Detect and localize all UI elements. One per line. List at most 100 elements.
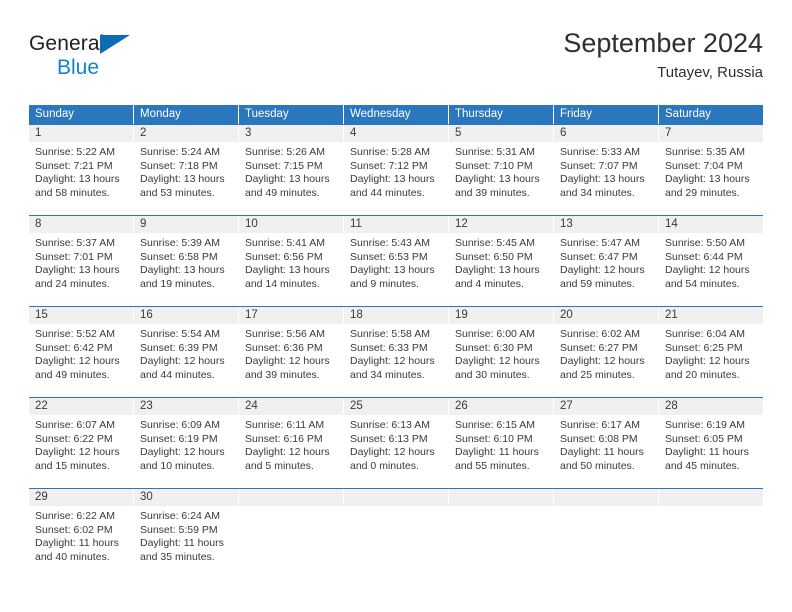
sunset-text: Sunset: 6:56 PM bbox=[245, 250, 323, 263]
day-details: Sunrise: 6:19 AM Sunset: 6:05 PM Dayligh… bbox=[659, 415, 763, 473]
day-details: Sunrise: 6:07 AM Sunset: 6:22 PM Dayligh… bbox=[29, 415, 133, 473]
day-cell-empty bbox=[449, 489, 554, 579]
daylight-text-line1: Daylight: 11 hours bbox=[35, 537, 119, 550]
day-cell[interactable]: 22 Sunrise: 6:07 AM Sunset: 6:22 PM Dayl… bbox=[29, 398, 134, 488]
day-cell[interactable]: 28 Sunrise: 6:19 AM Sunset: 6:05 PM Dayl… bbox=[659, 398, 763, 488]
day-cell[interactable]: 4 Sunrise: 5:28 AM Sunset: 7:12 PM Dayli… bbox=[344, 125, 449, 215]
weekday-header-row: Sunday Monday Tuesday Wednesday Thursday… bbox=[29, 105, 763, 124]
day-cell[interactable]: 19 Sunrise: 6:00 AM Sunset: 6:30 PM Dayl… bbox=[449, 307, 554, 397]
daylight-text-line2: and 5 minutes. bbox=[245, 459, 314, 472]
day-number: 22 bbox=[29, 398, 133, 415]
day-cell[interactable]: 11 Sunrise: 5:43 AM Sunset: 6:53 PM Dayl… bbox=[344, 216, 449, 306]
day-details: Sunrise: 6:02 AM Sunset: 6:27 PM Dayligh… bbox=[554, 324, 658, 382]
day-cell[interactable]: 23 Sunrise: 6:09 AM Sunset: 6:19 PM Dayl… bbox=[134, 398, 239, 488]
day-number: 30 bbox=[134, 489, 238, 506]
day-cell-empty bbox=[344, 489, 449, 579]
day-cell[interactable]: 16 Sunrise: 5:54 AM Sunset: 6:39 PM Dayl… bbox=[134, 307, 239, 397]
day-cell[interactable]: 18 Sunrise: 5:58 AM Sunset: 6:33 PM Dayl… bbox=[344, 307, 449, 397]
sunset-text: Sunset: 7:10 PM bbox=[455, 159, 533, 172]
general-blue-logo[interactable]: General Blue bbox=[29, 32, 249, 88]
sunset-text: Sunset: 6:47 PM bbox=[560, 250, 638, 263]
day-number: 28 bbox=[659, 398, 763, 415]
day-number: 9 bbox=[134, 216, 238, 233]
day-cell[interactable]: 1 Sunrise: 5:22 AM Sunset: 7:21 PM Dayli… bbox=[29, 125, 134, 215]
day-cell[interactable]: 6 Sunrise: 5:33 AM Sunset: 7:07 PM Dayli… bbox=[554, 125, 659, 215]
sunrise-text: Sunrise: 5:56 AM bbox=[245, 328, 325, 340]
daylight-text-line2: and 45 minutes. bbox=[665, 459, 740, 472]
day-cell[interactable]: 8 Sunrise: 5:37 AM Sunset: 7:01 PM Dayli… bbox=[29, 216, 134, 306]
sunrise-text: Sunrise: 5:28 AM bbox=[350, 146, 430, 158]
day-number: 23 bbox=[134, 398, 238, 415]
day-cell-empty bbox=[659, 489, 763, 579]
sunrise-text: Sunrise: 6:17 AM bbox=[560, 419, 640, 431]
sunset-text: Sunset: 6:16 PM bbox=[245, 432, 323, 445]
day-details: Sunrise: 6:00 AM Sunset: 6:30 PM Dayligh… bbox=[449, 324, 553, 382]
day-cell-empty bbox=[239, 489, 344, 579]
daylight-text-line1: Daylight: 12 hours bbox=[245, 355, 330, 368]
day-number: 13 bbox=[554, 216, 658, 233]
day-cell[interactable]: 20 Sunrise: 6:02 AM Sunset: 6:27 PM Dayl… bbox=[554, 307, 659, 397]
day-details: Sunrise: 6:04 AM Sunset: 6:25 PM Dayligh… bbox=[659, 324, 763, 382]
day-details: Sunrise: 5:28 AM Sunset: 7:12 PM Dayligh… bbox=[344, 142, 448, 200]
day-cell[interactable]: 9 Sunrise: 5:39 AM Sunset: 6:58 PM Dayli… bbox=[134, 216, 239, 306]
daylight-text-line2: and 0 minutes. bbox=[350, 459, 419, 472]
sunset-text: Sunset: 6:13 PM bbox=[350, 432, 428, 445]
day-cell[interactable]: 25 Sunrise: 6:13 AM Sunset: 6:13 PM Dayl… bbox=[344, 398, 449, 488]
sunrise-text: Sunrise: 6:09 AM bbox=[140, 419, 220, 431]
sunrise-text: Sunrise: 6:02 AM bbox=[560, 328, 640, 340]
day-cell[interactable]: 24 Sunrise: 6:11 AM Sunset: 6:16 PM Dayl… bbox=[239, 398, 344, 488]
day-cell[interactable]: 3 Sunrise: 5:26 AM Sunset: 7:15 PM Dayli… bbox=[239, 125, 344, 215]
logo-text-general: General bbox=[29, 32, 105, 55]
day-number bbox=[239, 489, 343, 506]
day-details: Sunrise: 5:50 AM Sunset: 6:44 PM Dayligh… bbox=[659, 233, 763, 291]
daylight-text-line2: and 44 minutes. bbox=[140, 368, 215, 381]
day-cell[interactable]: 12 Sunrise: 5:45 AM Sunset: 6:50 PM Dayl… bbox=[449, 216, 554, 306]
day-cell[interactable]: 29 Sunrise: 6:22 AM Sunset: 6:02 PM Dayl… bbox=[29, 489, 134, 579]
day-cell[interactable]: 17 Sunrise: 5:56 AM Sunset: 6:36 PM Dayl… bbox=[239, 307, 344, 397]
day-number: 19 bbox=[449, 307, 553, 324]
sunset-text: Sunset: 6:58 PM bbox=[140, 250, 218, 263]
daylight-text-line2: and 49 minutes. bbox=[245, 186, 320, 199]
day-cell[interactable]: 15 Sunrise: 5:52 AM Sunset: 6:42 PM Dayl… bbox=[29, 307, 134, 397]
day-number: 27 bbox=[554, 398, 658, 415]
day-cell[interactable]: 7 Sunrise: 5:35 AM Sunset: 7:04 PM Dayli… bbox=[659, 125, 763, 215]
day-cell[interactable]: 21 Sunrise: 6:04 AM Sunset: 6:25 PM Dayl… bbox=[659, 307, 763, 397]
day-details: Sunrise: 5:35 AM Sunset: 7:04 PM Dayligh… bbox=[659, 142, 763, 200]
day-cell-empty bbox=[554, 489, 659, 579]
day-number: 11 bbox=[344, 216, 448, 233]
daylight-text-line1: Daylight: 13 hours bbox=[35, 173, 120, 186]
day-cell[interactable]: 14 Sunrise: 5:50 AM Sunset: 6:44 PM Dayl… bbox=[659, 216, 763, 306]
day-cell[interactable]: 26 Sunrise: 6:15 AM Sunset: 6:10 PM Dayl… bbox=[449, 398, 554, 488]
sunrise-text: Sunrise: 6:15 AM bbox=[455, 419, 535, 431]
day-details: Sunrise: 6:09 AM Sunset: 6:19 PM Dayligh… bbox=[134, 415, 238, 473]
day-cell[interactable]: 2 Sunrise: 5:24 AM Sunset: 7:18 PM Dayli… bbox=[134, 125, 239, 215]
daylight-text-line2: and 39 minutes. bbox=[455, 186, 530, 199]
day-cell[interactable]: 30 Sunrise: 6:24 AM Sunset: 5:59 PM Dayl… bbox=[134, 489, 239, 579]
day-cell[interactable]: 5 Sunrise: 5:31 AM Sunset: 7:10 PM Dayli… bbox=[449, 125, 554, 215]
day-cell[interactable]: 10 Sunrise: 5:41 AM Sunset: 6:56 PM Dayl… bbox=[239, 216, 344, 306]
sunset-text: Sunset: 6:19 PM bbox=[140, 432, 218, 445]
daylight-text-line1: Daylight: 12 hours bbox=[35, 355, 120, 368]
daylight-text-line1: Daylight: 13 hours bbox=[455, 264, 540, 277]
sunrise-text: Sunrise: 6:00 AM bbox=[455, 328, 535, 340]
daylight-text-line1: Daylight: 12 hours bbox=[350, 446, 435, 459]
day-cell[interactable]: 27 Sunrise: 6:17 AM Sunset: 6:08 PM Dayl… bbox=[554, 398, 659, 488]
sunset-text: Sunset: 7:12 PM bbox=[350, 159, 428, 172]
daylight-text-line2: and 4 minutes. bbox=[455, 277, 524, 290]
daylight-text-line1: Daylight: 13 hours bbox=[245, 173, 330, 186]
sunset-text: Sunset: 6:50 PM bbox=[455, 250, 533, 263]
weekday-header-friday: Friday bbox=[554, 105, 659, 124]
sunrise-text: Sunrise: 6:11 AM bbox=[245, 419, 325, 431]
day-cell[interactable]: 13 Sunrise: 5:47 AM Sunset: 6:47 PM Dayl… bbox=[554, 216, 659, 306]
daylight-text-line2: and 24 minutes. bbox=[35, 277, 110, 290]
daylight-text-line1: Daylight: 12 hours bbox=[140, 446, 225, 459]
day-number: 26 bbox=[449, 398, 553, 415]
day-number: 5 bbox=[449, 125, 553, 142]
day-details: Sunrise: 6:24 AM Sunset: 5:59 PM Dayligh… bbox=[134, 506, 238, 564]
logo-triangle-icon bbox=[100, 35, 130, 54]
day-number bbox=[554, 489, 658, 506]
day-number: 17 bbox=[239, 307, 343, 324]
sunrise-text: Sunrise: 6:07 AM bbox=[35, 419, 115, 431]
sunset-text: Sunset: 7:18 PM bbox=[140, 159, 218, 172]
title-block: September 2024 Tutayev, Russia bbox=[563, 26, 763, 84]
